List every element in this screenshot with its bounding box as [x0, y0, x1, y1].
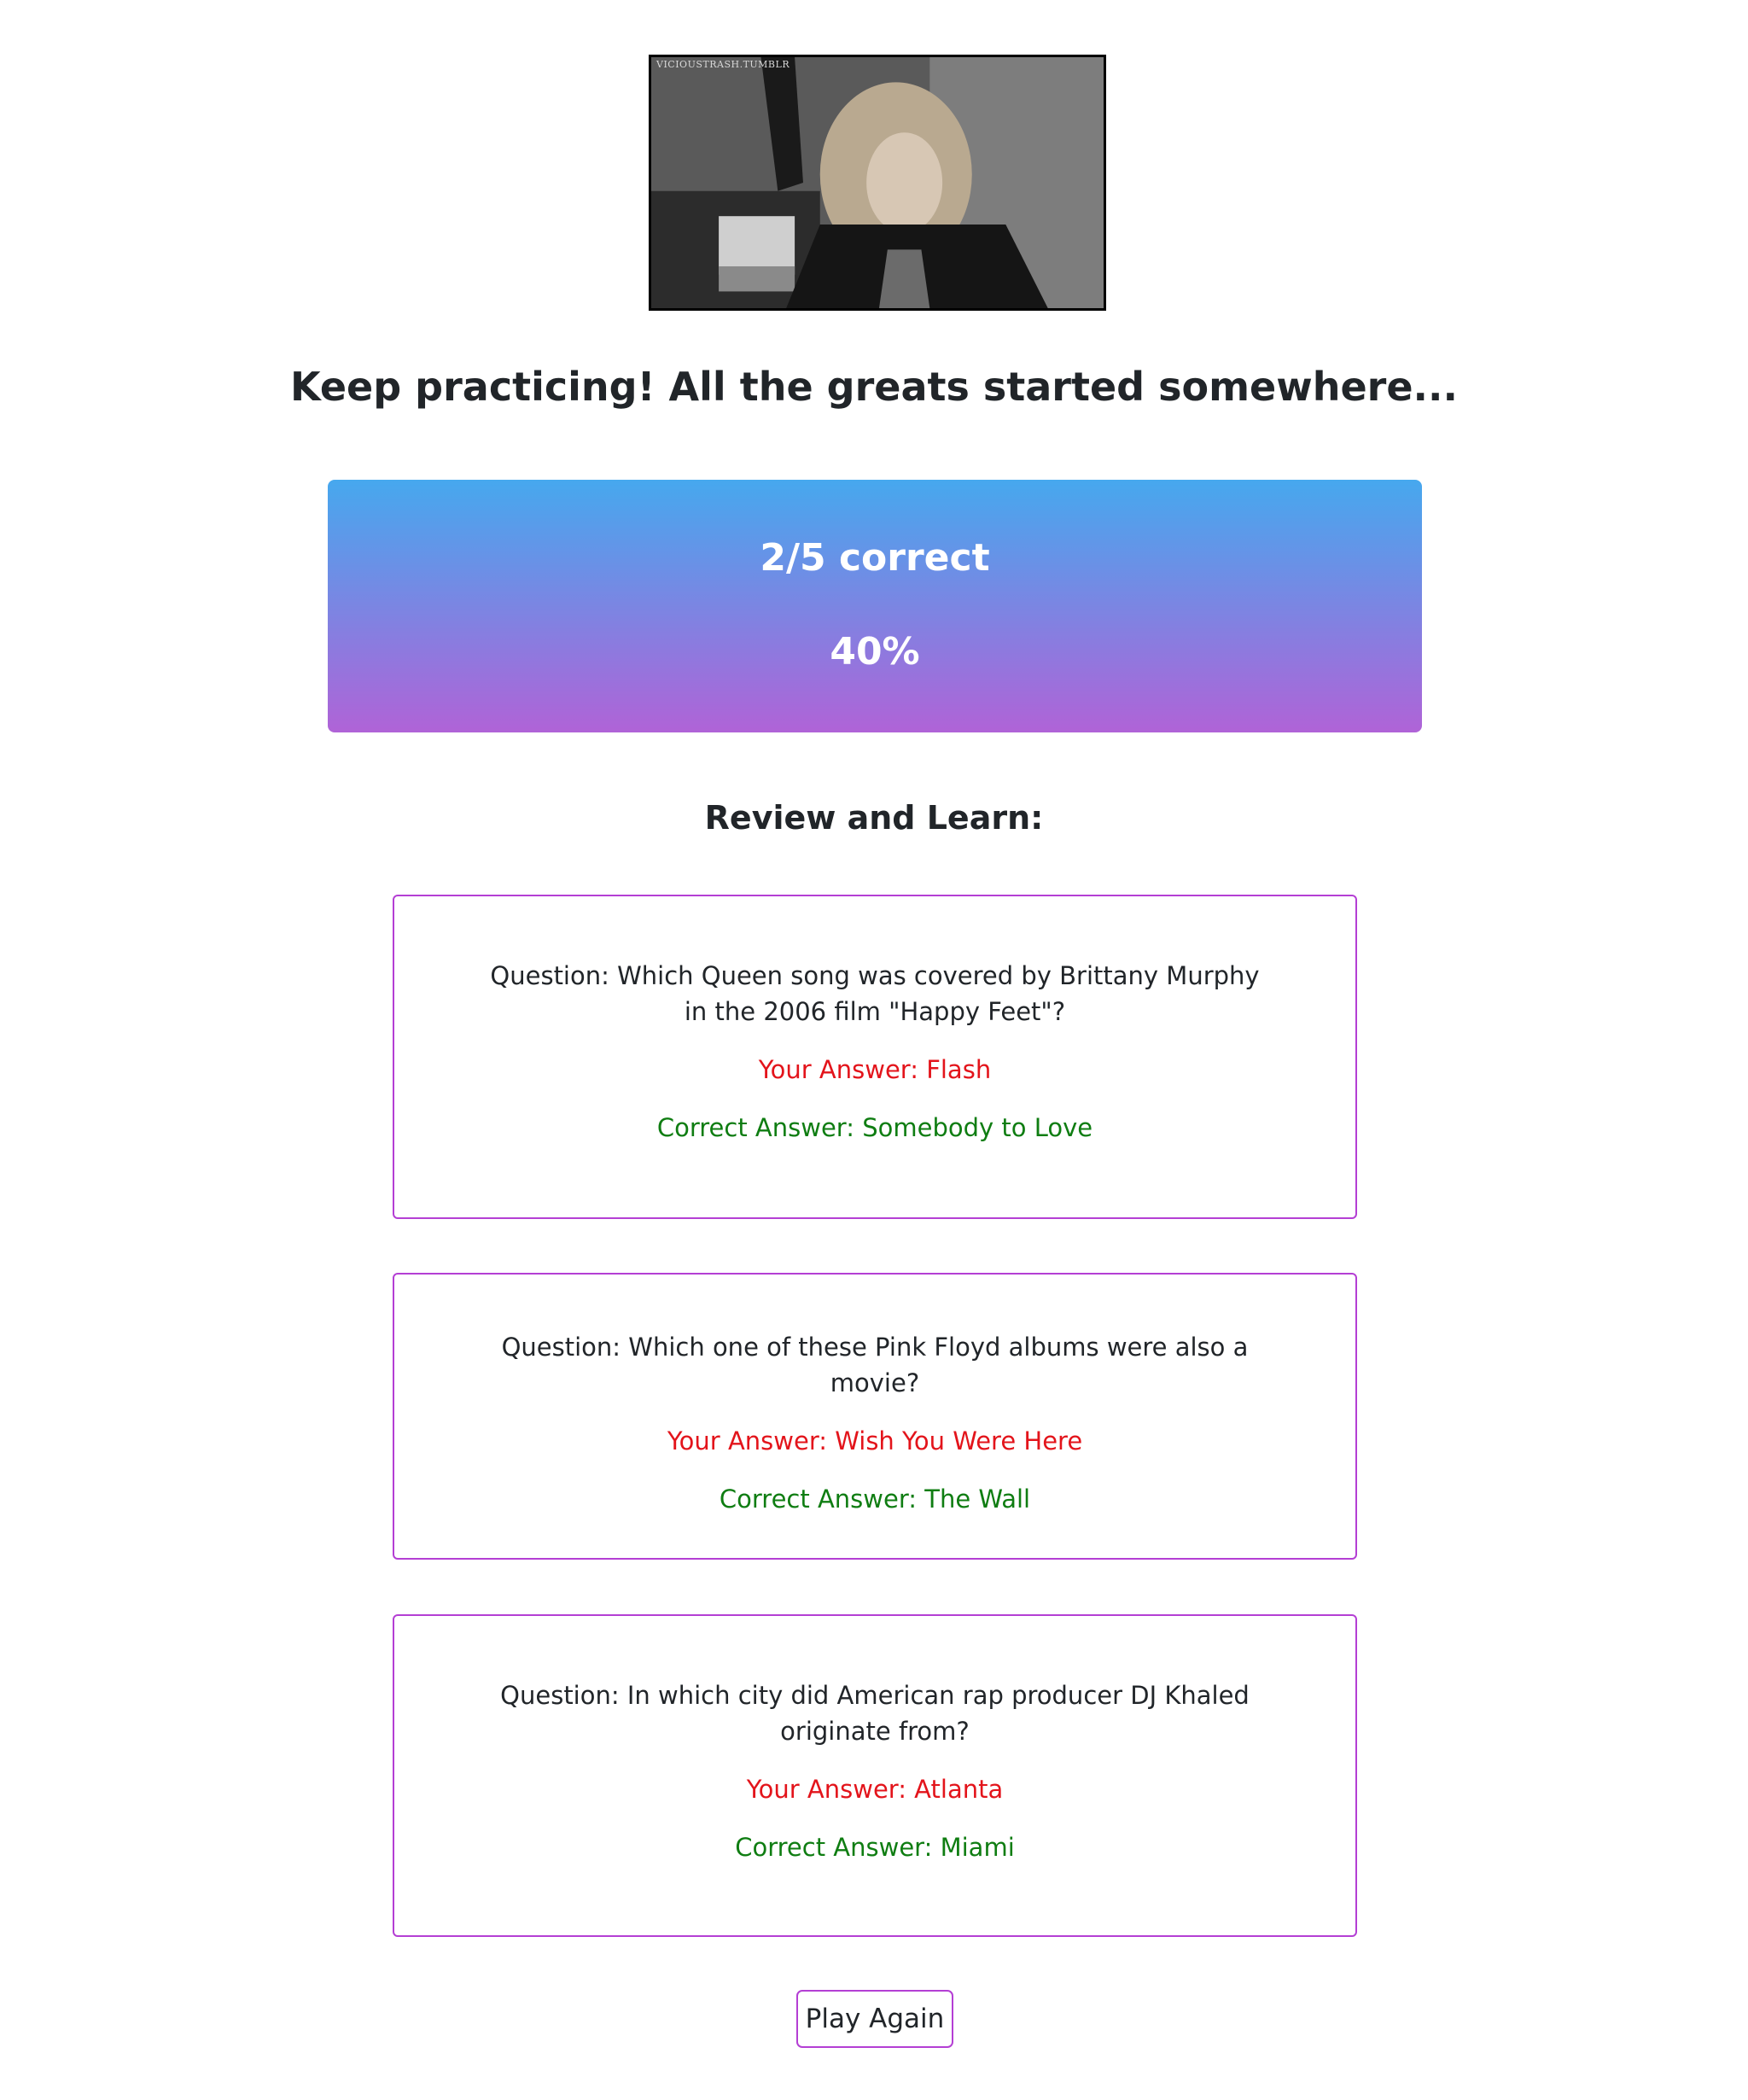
score-card: 2/5 correct 40%	[328, 480, 1422, 732]
result-gif: VICIOUSTRASH.TUMBLR	[649, 55, 1106, 311]
review-card: Question: Which one of these Pink Floyd …	[393, 1273, 1357, 1560]
correct-answer: Correct Answer: Miami	[735, 1833, 1015, 1862]
review-question: Question: Which one of these Pink Floyd …	[501, 1333, 1249, 1397]
review-card: Question: Which Queen song was covered b…	[393, 895, 1357, 1219]
score-fraction: 2/5 correct	[760, 536, 990, 580]
your-answer: Your Answer: Flash	[758, 1055, 992, 1084]
review-question: Question: Which Queen song was covered b…	[490, 961, 1260, 1026]
correct-answer: Correct Answer: Somebody to Love	[656, 1113, 1093, 1142]
gif-figure-image	[651, 57, 1104, 308]
gif-watermark: VICIOUSTRASH.TUMBLR	[656, 59, 790, 70]
review-question: Question: In which city did American rap…	[500, 1681, 1250, 1746]
your-answer: Your Answer: Atlanta	[746, 1775, 1004, 1804]
result-headline: Keep practicing! All the greats started …	[290, 364, 1458, 410]
score-percent: 40%	[830, 630, 920, 674]
correct-answer: Correct Answer: The Wall	[719, 1485, 1031, 1514]
play-again-button[interactable]: Play Again	[796, 1990, 953, 2048]
review-heading: Review and Learn:	[704, 799, 1044, 837]
your-answer: Your Answer: Wish You Were Here	[667, 1426, 1083, 1455]
review-card: Question: In which city did American rap…	[393, 1614, 1357, 1937]
